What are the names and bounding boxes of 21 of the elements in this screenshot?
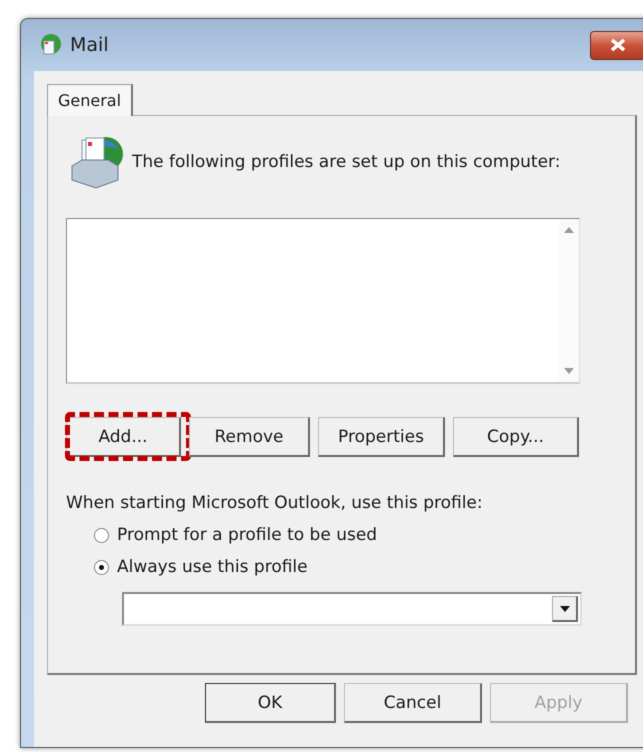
tab[interactable]: General — [47, 84, 134, 116]
radio-button[interactable] — [94, 560, 109, 574]
window-title: Mail — [70, 34, 109, 56]
profile-button[interactable]: Add... — [66, 417, 181, 457]
caret-icon — [560, 606, 570, 612]
radio-label[interactable]: Prompt for a profile to be used — [117, 525, 378, 545]
close-button[interactable] — [590, 30, 643, 60]
profile-button[interactable]: Remove — [189, 417, 310, 457]
startup-label: When starting Microsoft Outlook, use this profile: — [66, 493, 484, 513]
close-icon — [609, 38, 627, 52]
scroll-up-icon[interactable] — [564, 227, 574, 233]
dialog-button[interactable]: OK — [205, 683, 336, 723]
scrollbar[interactable] — [559, 219, 579, 382]
intro-text: The following profiles are set up on this computer: — [132, 152, 560, 172]
scroll-down-icon[interactable] — [564, 368, 574, 374]
radio-label[interactable]: Always use this profile — [117, 557, 308, 577]
profile-button[interactable]: Copy... — [453, 417, 579, 457]
dropdown-button[interactable] — [552, 596, 578, 622]
profile-button[interactable]: Properties — [318, 417, 445, 457]
dialog-button[interactable]: Cancel — [344, 683, 482, 723]
radio-button[interactable] — [94, 528, 109, 542]
